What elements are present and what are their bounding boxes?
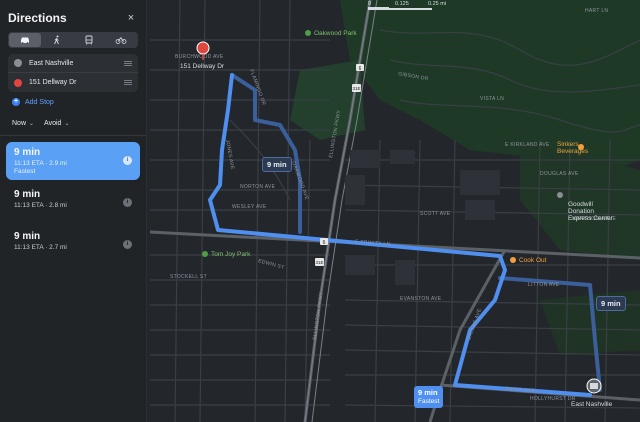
callout-time: 9 min [418,388,438,397]
callout-time: 9 min [267,160,287,169]
directions-panel: Directions × East Nashville 151 Dellway … [0,0,147,422]
scale-bar: 0 0.125 0.25 mi [368,0,458,12]
avoid-dropdown[interactable]: Avoid ⌄ [44,120,69,127]
route-shield-31e-north: 31E [352,84,361,92]
origin-stop-icon [14,59,22,67]
car-icon [21,37,29,44]
add-stop-button[interactable]: + Add Stop [12,95,138,109]
walk-icon [54,35,59,45]
bike-icon [115,37,127,44]
chevron-down-icon: ⌄ [64,120,70,127]
road-label-vista: VISTA LN [480,96,504,102]
selected-route-time-callout[interactable]: 9 min Fastest [414,386,444,408]
svg-text:6: 6 [359,66,362,72]
plus-icon: + [12,98,20,106]
route-eta: 11:13 ETA · 2.9 mi [14,160,67,167]
route-shield-31e-south: 31E [315,258,324,266]
scale-label-mid: 0.125 [395,1,409,7]
scale-bar-line [368,7,432,10]
alt-route-2-time-callout[interactable]: 9 min [596,296,626,311]
route-options: Now ⌄ Avoid ⌄ [12,117,138,129]
alt-route-1-time-callout[interactable]: 9 min [262,157,292,172]
route-option-3[interactable]: 9 min 11:13 ETA · 2.7 mi i [6,226,140,264]
route-option-2[interactable]: 9 min 11:13 ETA · 2.8 mi i [6,184,140,222]
route-tag: Fastest [14,168,36,175]
road-label-norton: NORTON AVE [240,184,276,190]
drag-handle-icon[interactable] [124,60,132,66]
road-label-burchwood: BURCHWOOD AVE [175,54,224,60]
road-label-litton: LITTON AVE [528,282,560,288]
chevron-down-icon: ⌄ [29,120,35,127]
road-label-douglas: DOUGLAS AVE [540,171,579,177]
route-shield-6-south: 6 [320,238,328,246]
route-eta: 11:13 ETA · 2.7 mi [14,244,67,251]
stop-destination-label: 151 Dellway Dr [29,79,77,86]
stop-destination[interactable]: 151 Dellway Dr [8,73,138,92]
divider [0,135,146,136]
depart-time-dropdown[interactable]: Now ⌄ [12,120,34,127]
svg-text:East Nashville: East Nashville [571,401,613,408]
road-label-hollyhurst: HOLLYHURST DR [530,396,576,402]
add-stop-label: Add Stop [25,98,54,106]
callout-tag: Fastest [418,398,440,405]
scale-label-end: 0.25 mi [428,1,447,7]
road-label-stockell: STOCKELL ST [170,274,207,280]
close-button[interactable]: × [124,11,138,25]
callout-time: 9 min [601,299,621,308]
mode-drive-button[interactable] [9,33,41,47]
svg-text:151 Dellway Dr: 151 Dellway Dr [180,63,225,70]
svg-text:31E: 31E [352,86,360,91]
svg-text:Cook Out: Cook Out [519,257,547,264]
mode-transit-button[interactable] [73,33,105,47]
info-icon[interactable]: i [123,198,132,207]
depart-time-label: Now [12,119,27,127]
stops-list: East Nashville 151 Dellway Dr [8,54,138,92]
road-label-kirkland: E KIRKLAND AVE [505,142,550,148]
panel-header: Directions × [0,0,146,28]
road-label-evanston: EVANSTON AVE [400,296,442,302]
route-time: 9 min [14,147,41,158]
mode-bike-button[interactable] [105,33,137,47]
route-shield-6-north: 6 [356,64,364,72]
stop-origin-label: East Nashville [29,59,74,67]
avoid-label: Avoid [44,119,62,127]
info-icon[interactable]: i [123,240,132,249]
route-eta: 11:13 ETA · 2.8 mi [14,202,67,209]
svg-text:6: 6 [323,240,326,246]
route-option-1[interactable]: 9 min 11:13 ETA · 2.9 mi Fastest i [6,142,140,180]
stop-origin[interactable]: East Nashville [8,54,138,73]
svg-text:Oakwood Park: Oakwood Park [314,30,357,37]
info-icon[interactable]: i [123,156,132,165]
route-time: 9 min [14,189,41,200]
destination-stop-icon [14,78,22,87]
road-label-scott: SCOTT AVE [420,211,451,217]
road-label-wesley: WESLEY AVE [232,204,267,210]
route-list: 9 min 11:13 ETA · 2.9 mi Fastest i 9 min… [0,142,146,264]
road-label-hart: HART LN [585,8,608,14]
transport-mode-selector [8,32,138,48]
svg-text:Tom Joy Park: Tom Joy Park [211,251,251,258]
route-time: 9 min [14,231,41,242]
drag-handle-icon[interactable] [124,80,132,85]
svg-text:31E: 31E [315,260,323,265]
mode-walk-button[interactable] [41,33,73,47]
transit-icon [85,35,93,45]
panel-title: Directions [8,11,67,25]
